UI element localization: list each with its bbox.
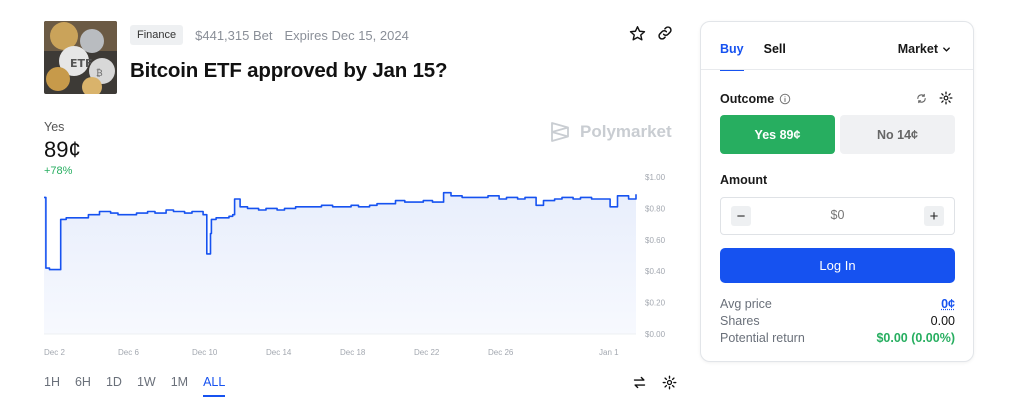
outcome-heading: Outcome: [720, 92, 791, 106]
gear-icon[interactable]: [939, 91, 953, 105]
shares-label: Shares: [720, 314, 760, 328]
tab-sell[interactable]: Sell: [764, 42, 786, 71]
no-outcome-button[interactable]: No 14¢: [840, 115, 955, 154]
amount-input[interactable]: [761, 208, 914, 222]
chart-controls: [630, 373, 678, 391]
y-tick-label: $1.00: [645, 173, 666, 182]
avg-price-value: 0¢: [941, 297, 955, 311]
range-tab-1d[interactable]: 1D: [106, 375, 122, 397]
swap-icon[interactable]: [630, 373, 648, 391]
x-tick-label: Dec 22: [414, 348, 440, 357]
chevron-down-icon: [943, 46, 950, 52]
info-icon[interactable]: [779, 93, 791, 105]
amount-heading: Amount: [720, 173, 768, 187]
x-tick-label: Dec 26: [488, 348, 514, 357]
increment-button[interactable]: +: [924, 206, 944, 226]
outcome-heading-text: Outcome: [720, 92, 775, 106]
shares-value: 0.00: [930, 314, 955, 328]
avg-price-label: Avg price: [720, 297, 772, 311]
x-tick-label: Dec 2: [44, 348, 65, 357]
x-tick-label: Dec 18: [340, 348, 366, 357]
y-tick-label: $0.00: [645, 330, 666, 339]
potential-return-value: $0.00 (0.00%): [876, 331, 955, 345]
range-tab-all[interactable]: ALL: [203, 375, 226, 397]
tabs-divider: [701, 69, 973, 70]
range-tab-6h[interactable]: 6H: [75, 375, 91, 397]
potential-return-label: Potential return: [720, 331, 805, 345]
y-tick-label: $0.40: [645, 267, 666, 276]
tab-buy[interactable]: Buy: [720, 42, 744, 71]
login-button[interactable]: Log In: [720, 248, 955, 283]
range-tab-1h[interactable]: 1H: [44, 375, 60, 397]
decrement-button[interactable]: −: [731, 206, 751, 226]
gear-icon[interactable]: [660, 373, 678, 391]
avg-price-row: Avg price 0¢: [720, 297, 955, 311]
shares-row: Shares 0.00: [720, 314, 955, 328]
x-tick-label: Dec 14: [266, 348, 292, 357]
price-chart[interactable]: $1.00 $0.80 $0.60 $0.40 $0.20 $0.00 Dec 2 Dec 6…: [0, 0, 700, 370]
refresh-icon[interactable]: [916, 93, 927, 104]
trade-panel: Buy Sell Market Outcome Yes 89¢ No 14¢ A…: [700, 21, 974, 362]
outcome-actions: [916, 91, 953, 105]
potential-return-row: Potential return $0.00 (0.00%): [720, 331, 955, 345]
y-tick-label: $0.20: [645, 299, 666, 308]
x-tick-label: Dec 10: [192, 348, 218, 357]
y-tick-label: $0.60: [645, 236, 666, 245]
chart-area-fill: [44, 192, 636, 334]
x-tick-label: Jan 1: [599, 348, 619, 357]
y-tick-label: $0.80: [645, 204, 666, 213]
time-range-tabs: 1H 6H 1D 1W 1M ALL: [44, 375, 226, 397]
range-tab-1w[interactable]: 1W: [137, 375, 156, 397]
order-type-label: Market: [897, 42, 938, 56]
trade-tabs: Buy Sell: [720, 42, 786, 71]
amount-stepper: − +: [720, 197, 955, 235]
order-type-select[interactable]: Market: [898, 42, 951, 56]
x-tick-label: Dec 6: [118, 348, 139, 357]
yes-outcome-button[interactable]: Yes 89¢: [720, 115, 835, 154]
range-tab-1m[interactable]: 1M: [171, 375, 188, 397]
